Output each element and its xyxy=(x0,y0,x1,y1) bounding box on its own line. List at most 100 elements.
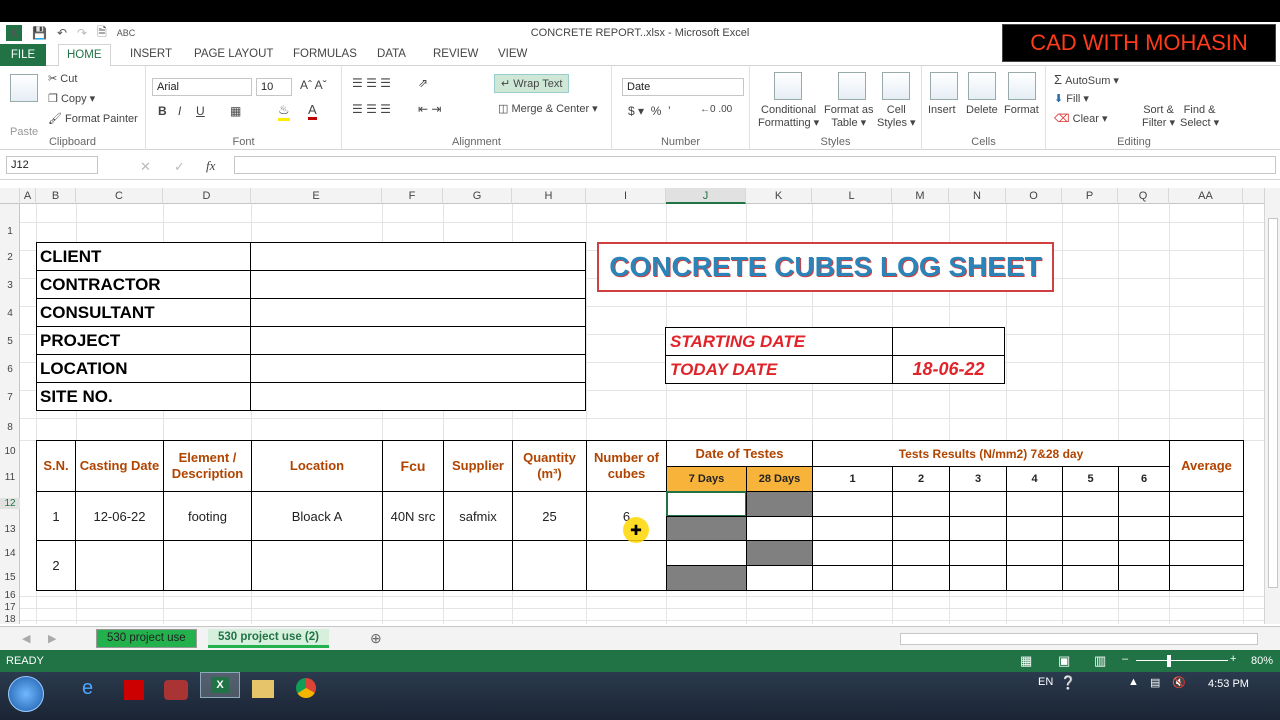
row1-result-5b[interactable] xyxy=(1062,516,1119,541)
row1-result-6b[interactable] xyxy=(1118,516,1170,541)
header-result-1[interactable]: 1 xyxy=(812,466,893,492)
chrome-icon[interactable] xyxy=(296,678,316,698)
row2-result-5[interactable] xyxy=(1062,540,1119,566)
fill-color-icon[interactable]: ♨ xyxy=(278,102,290,121)
row1-average-b[interactable] xyxy=(1169,516,1244,541)
row2-result-5b[interactable] xyxy=(1062,565,1119,591)
cut-button[interactable]: ✂ Cut xyxy=(48,72,77,85)
row-header[interactable]: 3 xyxy=(0,280,20,291)
sheet-nav-prev-icon[interactable]: ◀ xyxy=(22,632,30,645)
row1-result-4[interactable] xyxy=(1006,491,1063,517)
row2-result-6[interactable] xyxy=(1118,540,1170,566)
header-result-3[interactable]: 3 xyxy=(949,466,1007,492)
row1-element[interactable]: footing xyxy=(163,491,252,541)
indent-icon[interactable]: ⇤ ⇥ xyxy=(418,102,441,116)
insert-cells-button[interactable]: Insert xyxy=(928,104,956,116)
tab-home[interactable]: HOME xyxy=(58,44,111,67)
header-number-of-cubes[interactable]: Number of cubes xyxy=(586,440,667,492)
tab-insert[interactable]: INSERT xyxy=(130,48,172,60)
row1-result-3b[interactable] xyxy=(949,516,1007,541)
row-header[interactable]: 16 xyxy=(0,590,20,601)
row2-fcu[interactable] xyxy=(382,540,444,591)
row-header[interactable]: 15 xyxy=(0,572,20,583)
column-header[interactable]: H xyxy=(512,188,586,204)
contractor-label[interactable]: CONTRACTOR xyxy=(36,270,251,299)
row2-sn[interactable]: 2 xyxy=(36,540,76,591)
increase-font-icon[interactable]: Aˆ Aˇ xyxy=(300,78,327,92)
align-left-icon[interactable]: ☰ ☰ ☰ xyxy=(352,102,391,116)
cell-styles-button[interactable]: Cell Styles ▾ xyxy=(877,104,916,129)
header-28-days[interactable]: 28 Days xyxy=(746,466,813,492)
header-result-4[interactable]: 4 xyxy=(1006,466,1063,492)
sheet-title[interactable]: CONCRETE CUBES LOG SHEET xyxy=(597,242,1054,292)
network-icon[interactable]: ▤ xyxy=(1150,676,1160,689)
column-header[interactable]: N xyxy=(949,188,1006,204)
column-header[interactable]: F xyxy=(382,188,443,204)
column-header[interactable]: G xyxy=(443,188,512,204)
column-header[interactable]: C xyxy=(76,188,163,204)
number-format-select[interactable]: Date xyxy=(622,78,744,96)
tab-page-layout[interactable]: PAGE LAYOUT xyxy=(194,48,273,60)
acrobat-icon[interactable] xyxy=(124,680,144,700)
font-color-icon[interactable]: A xyxy=(308,102,317,120)
worksheet-grid[interactable]: CLIENT CONTRACTOR CONSULTANT PROJECT LOC… xyxy=(20,204,1264,624)
wrap-text-button[interactable]: ↵ Wrap Text xyxy=(494,74,570,93)
tab-formulas[interactable]: FORMULAS xyxy=(293,48,357,60)
normal-view-icon[interactable]: ▦ xyxy=(1020,653,1032,669)
cell-styles-icon[interactable] xyxy=(882,72,910,100)
help-icon[interactable]: ❔ xyxy=(1060,675,1076,691)
new-sheet-icon[interactable]: ⊕ xyxy=(370,630,382,647)
row1-28days-b[interactable] xyxy=(746,516,813,541)
row1-result-5[interactable] xyxy=(1062,491,1119,517)
consultant-value[interactable] xyxy=(250,298,586,327)
zoom-slider[interactable] xyxy=(1136,660,1228,661)
underline-icon[interactable]: U xyxy=(196,104,205,118)
format-as-table-icon[interactable] xyxy=(838,72,866,100)
header-element[interactable]: Element / Description xyxy=(163,440,252,492)
row2-result-1b[interactable] xyxy=(812,565,893,591)
zoom-level[interactable]: 80% xyxy=(1251,655,1273,667)
header-7-days[interactable]: 7 Days xyxy=(666,466,747,492)
row-header[interactable]: 12 xyxy=(0,498,20,509)
column-header[interactable]: Q xyxy=(1118,188,1169,204)
zoom-slider-thumb[interactable] xyxy=(1167,655,1171,667)
row-header[interactable]: 14 xyxy=(0,548,20,559)
starting-date-value[interactable] xyxy=(892,327,1005,356)
column-header[interactable]: O xyxy=(1006,188,1062,204)
format-cells-icon[interactable] xyxy=(1008,72,1036,100)
conditional-formatting-button[interactable]: Conditional Formatting ▾ xyxy=(758,104,819,129)
row2-7days-b[interactable] xyxy=(666,565,747,591)
row2-28days-a[interactable] xyxy=(746,540,813,566)
row1-result-1b[interactable] xyxy=(812,516,893,541)
header-result-2[interactable]: 2 xyxy=(892,466,950,492)
vertical-scroll-thumb[interactable] xyxy=(1268,218,1278,588)
column-header[interactable]: E xyxy=(251,188,382,204)
column-header[interactable]: AA xyxy=(1169,188,1243,204)
decimal-icon[interactable]: ←0 .00 xyxy=(700,104,732,115)
project-label[interactable]: PROJECT xyxy=(36,326,251,355)
column-header[interactable]: B xyxy=(36,188,76,204)
row2-result-2b[interactable] xyxy=(892,565,950,591)
page-break-view-icon[interactable]: ▥ xyxy=(1094,653,1106,669)
tray-expand-icon[interactable]: ▲ xyxy=(1128,676,1139,688)
row2-location[interactable] xyxy=(251,540,383,591)
language-indicator[interactable]: EN xyxy=(1038,676,1053,688)
select-all[interactable] xyxy=(0,188,20,204)
today-date-label[interactable]: TODAY DATE xyxy=(665,355,893,384)
row2-result-6b[interactable] xyxy=(1118,565,1170,591)
column-header[interactable]: L xyxy=(812,188,892,204)
sort-filter-button[interactable]: Sort & Filter ▾ xyxy=(1142,104,1175,129)
row-header[interactable]: 10 xyxy=(0,446,20,457)
sheet-nav-next-icon[interactable]: ▶ xyxy=(48,632,56,645)
conditional-formatting-icon[interactable] xyxy=(774,72,802,100)
insert-function-icon[interactable]: fx xyxy=(206,158,215,174)
row1-result-6[interactable] xyxy=(1118,491,1170,517)
row2-average-b[interactable] xyxy=(1169,565,1244,591)
row2-result-4[interactable] xyxy=(1006,540,1063,566)
row1-supplier[interactable]: safmix xyxy=(443,491,513,541)
row1-result-2[interactable] xyxy=(892,491,950,517)
row-header[interactable]: 5 xyxy=(0,336,20,347)
site-label[interactable]: SITE NO. xyxy=(36,382,251,411)
horizontal-scrollbar[interactable] xyxy=(900,633,1258,645)
format-as-table-button[interactable]: Format as Table ▾ xyxy=(824,104,874,129)
